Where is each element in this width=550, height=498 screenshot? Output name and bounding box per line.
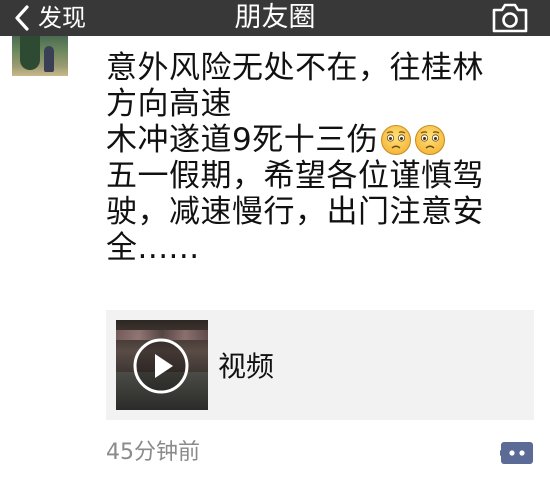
post-line: 方向高速 [106,86,526,122]
post-line: 木冲遂道9死十三伤 [106,122,526,158]
chevron-left-icon [15,5,29,31]
post-line-text: 五一假期，希望各位谨慎驾 [106,158,484,194]
back-label: 发现 [38,4,86,32]
camera-button[interactable] [490,2,530,34]
post-line: 全...... [106,230,526,266]
post-line-text: 驶，减速慢行，出门注意安 [106,194,484,230]
avatar[interactable] [12,36,68,76]
comment-icon [497,442,533,464]
video-thumbnail[interactable] [116,320,208,410]
post-line: 五一假期，希望各位谨慎驾 [106,158,526,194]
post-line-text: 意外风险无处不在，往桂林 [106,50,484,86]
worried-face-icon [415,125,446,155]
video-card-label: 视频 [218,350,275,383]
comment-button[interactable] [497,440,534,468]
post-line: 意外风险无处不在，往桂林 [106,50,526,86]
back-button[interactable]: 发现 [14,0,86,36]
post-line: 驶，减速慢行，出门注意安 [106,194,526,230]
video-link-card[interactable]: 视频 [106,310,534,420]
worried-face-icon [381,125,412,155]
camera-icon [492,3,528,33]
avatar-tree [20,36,40,70]
avatar-figure [44,46,54,72]
post-text: 意外风险无处不在，往桂林 方向高速 木冲遂道9死十三伤 五一假期，希望各位谨慎驾… [106,50,526,266]
navigation-bar: 发现 朋友圈 [0,0,550,36]
post-line-text: 全...... [106,230,200,266]
post-timestamp: 45分钟前 [106,440,200,465]
play-icon[interactable] [132,337,190,395]
post-line-text: 木冲遂道9死十三伤 [106,122,379,158]
post-line-text: 方向高速 [106,86,232,122]
